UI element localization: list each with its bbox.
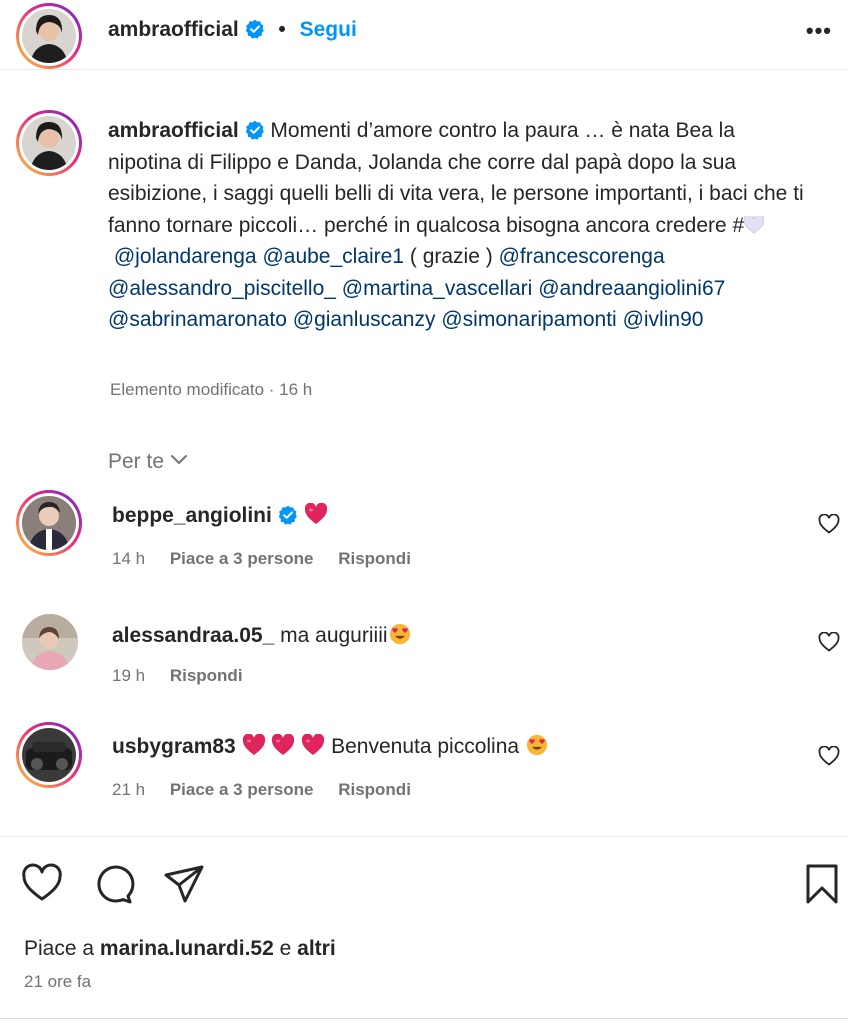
comment-avatar[interactable]: [16, 490, 82, 556]
heart-emoji-icon: [304, 502, 328, 525]
comment-item: beppe_angiolini 14 h Piace a 3 persone R…: [0, 490, 848, 580]
verified-badge-icon: [245, 19, 265, 39]
comment-filter-label: Per te: [108, 450, 165, 473]
caption-mention[interactable]: @jolandarenga: [114, 245, 257, 268]
caption-mention[interactable]: @simonaripamonti: [441, 308, 616, 331]
likes-prefix: Piace a: [24, 937, 100, 960]
comment-likes[interactable]: Piace a 3 persone: [170, 549, 314, 568]
verified-badge-icon: [278, 505, 298, 525]
comment-meta: 14 h Piace a 3 persone Rispondi: [112, 549, 431, 569]
caption-mention[interactable]: @alessandro_piscitello_: [108, 277, 336, 300]
caption-mention[interactable]: @martina_vascellari: [342, 277, 533, 300]
comment-username[interactable]: usbygram83: [112, 735, 236, 758]
header-user-line: ambraofficial • Segui: [108, 18, 357, 42]
caption-mention[interactable]: @aube_claire1: [262, 245, 404, 268]
heart-emoji-icon: [271, 733, 295, 756]
comment-time: 14 h: [112, 549, 146, 568]
white-heart-emoji-icon: [743, 212, 765, 233]
follow-button[interactable]: Segui: [300, 18, 357, 41]
comment-username[interactable]: alessandraa.05_: [112, 624, 274, 647]
heart-eyes-emoji-icon: [525, 734, 549, 756]
bottom-border: [0, 1018, 848, 1019]
author-username[interactable]: ambraofficial: [108, 18, 239, 41]
comment-avatar[interactable]: [22, 614, 78, 670]
caption-text: ( grazie ): [409, 245, 493, 268]
comment-time: 19 h: [112, 666, 146, 685]
caption-avatar[interactable]: [16, 110, 82, 176]
verified-badge-icon: [245, 118, 265, 140]
post-timestamp: 21 ore fa: [24, 972, 92, 991]
like-icon[interactable]: [818, 745, 840, 766]
comment-text: beppe_angiolini: [112, 502, 328, 528]
chevron-down-icon: [170, 448, 188, 465]
like-icon[interactable]: [818, 631, 840, 652]
comment-username[interactable]: beppe_angiolini: [112, 504, 272, 527]
likes-others-link[interactable]: altri: [297, 937, 336, 960]
caption-mention[interactable]: @ivlin90: [623, 308, 704, 331]
heart-emoji-icon: [301, 733, 325, 756]
caption-mention[interactable]: @gianluscanzy: [293, 308, 436, 331]
author-avatar[interactable]: [16, 3, 82, 69]
separator-dot: •: [278, 18, 286, 41]
comment-item: usbygram83 Benvenuta piccolina 21 h Piac…: [0, 722, 848, 812]
like-icon[interactable]: [818, 513, 840, 534]
comment-avatar[interactable]: [16, 722, 82, 788]
comment-body: Benvenuta piccolina: [331, 735, 520, 758]
comment-time: 21 h: [112, 780, 146, 799]
caption-meta: Elemento modificato · 16 h: [110, 380, 313, 399]
caption-mention[interactable]: @andreaangiolini67: [538, 277, 725, 300]
heart-eyes-emoji-icon: [388, 623, 412, 645]
comment-text: alessandraa.05_ ma auguriiii: [112, 623, 412, 648]
likes-user-link[interactable]: marina.lunardi.52: [100, 937, 274, 960]
comment-meta: 21 h Piace a 3 persone Rispondi: [112, 780, 431, 800]
comment-likes[interactable]: Piace a 3 persone: [170, 780, 314, 799]
comment-meta: 19 h Rispondi: [112, 666, 263, 686]
caption-mention[interactable]: @sabrinamaronato: [108, 308, 287, 331]
comment-text: usbygram83 Benvenuta piccolina: [112, 733, 549, 759]
more-icon[interactable]: •••: [806, 18, 832, 44]
like-icon[interactable]: [20, 862, 64, 906]
reply-button[interactable]: Rispondi: [338, 549, 411, 568]
post-caption: ambraofficial Momenti d’amore contro la …: [108, 115, 808, 336]
heart-emoji-icon: [242, 733, 266, 756]
save-icon[interactable]: [800, 862, 844, 906]
likes-mid: e: [273, 937, 298, 960]
caption-mention[interactable]: @francescorenga: [499, 245, 665, 268]
comment-filter[interactable]: Per te: [108, 448, 188, 474]
caption-username[interactable]: ambraofficial: [108, 119, 239, 142]
likes-summary: Piace a marina.lunardi.52 e altri: [24, 937, 336, 961]
comment-item: alessandraa.05_ ma auguriiii 19 h Rispon…: [0, 610, 848, 700]
reply-button[interactable]: Rispondi: [170, 666, 243, 685]
post-header: ambraofficial • Segui •••: [0, 0, 848, 70]
actions-divider: [0, 836, 848, 837]
post-action-bar: [0, 862, 848, 912]
comment-icon[interactable]: [92, 862, 136, 906]
comment-body: ma auguriiii: [280, 624, 388, 647]
reply-button[interactable]: Rispondi: [338, 780, 411, 799]
share-icon[interactable]: [162, 862, 206, 906]
